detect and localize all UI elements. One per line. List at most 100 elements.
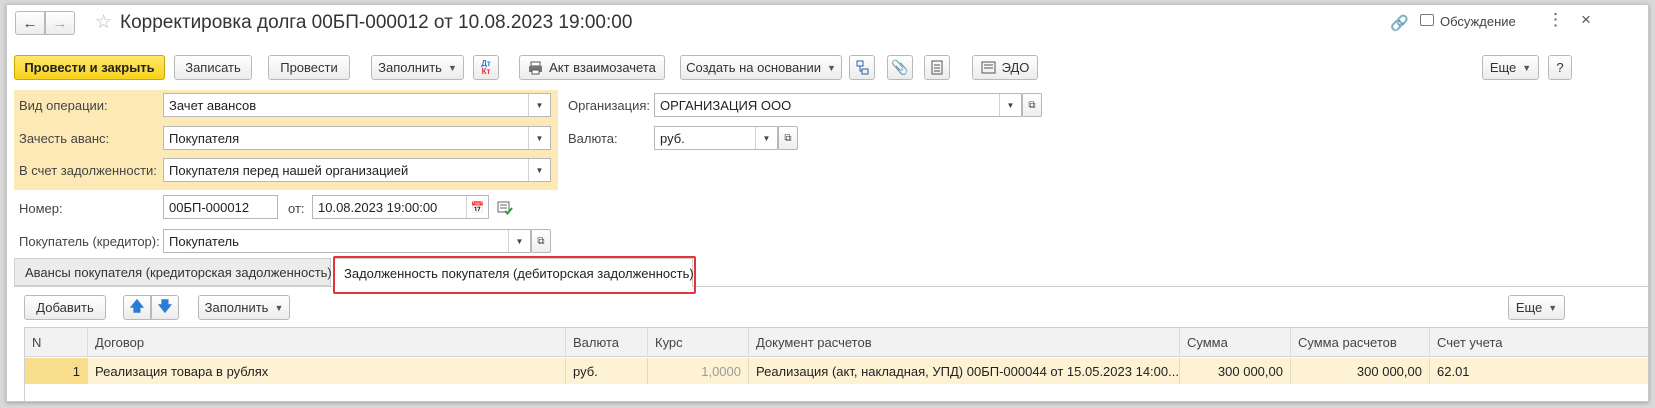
tab-callout-box [333, 256, 696, 294]
page-title: Корректировка долга 00БП-000012 от 10.08… [120, 12, 633, 33]
post-button[interactable]: Провести [268, 55, 350, 80]
column-header-settlement-doc[interactable]: Документ расчетов [749, 328, 1180, 357]
chevron-down-icon[interactable]: ▼ [528, 127, 550, 149]
chevron-down-icon: ▼ [826, 62, 836, 73]
table-more-button[interactable]: Еще ▼ [1508, 295, 1565, 320]
date-label: от: [288, 201, 305, 216]
cell-settlement-doc[interactable]: Реализация (акт, накладная, УПД) 00БП-00… [749, 358, 1180, 384]
open-window-icon: ⧉ [784, 132, 792, 144]
discussion-label[interactable]: Обсуждение [1440, 14, 1516, 29]
number-field[interactable]: 00БП-000012 [163, 195, 278, 219]
move-down-button[interactable]: 🡇 [151, 295, 179, 320]
buyer-label: Покупатель (кредитор): [19, 234, 160, 249]
more-label: Еще [1489, 60, 1517, 75]
help-button[interactable]: ? [1548, 55, 1572, 80]
create-based-on-button[interactable]: Создать на основании ▼ [680, 55, 842, 80]
column-header-amount[interactable]: Сумма [1180, 328, 1291, 357]
cell-account[interactable]: 62.01 [1430, 358, 1648, 384]
cell-amount[interactable]: 300 000,00 [1180, 358, 1291, 384]
more-menu-icon[interactable]: ⋮ [1547, 11, 1564, 28]
chevron-down-icon[interactable]: ▼ [999, 94, 1021, 116]
currency-select[interactable]: руб. ▼ [654, 126, 778, 150]
date-field[interactable]: 10.08.2023 19:00:00 📅 [312, 195, 489, 219]
cell-currency[interactable]: руб. [566, 358, 648, 384]
offset-advance-value: Покупателя [169, 130, 240, 146]
organization-open-button[interactable]: ⧉ [1022, 93, 1042, 117]
fill-dropdown-button[interactable]: Заполнить ▼ [371, 55, 464, 80]
table-fill-label: Заполнить [204, 300, 269, 315]
cell-n[interactable]: 1 [25, 358, 88, 384]
document-window: ← → ☆ Корректировка долга 00БП-000012 от… [6, 4, 1649, 402]
chevron-down-icon[interactable]: ▼ [528, 94, 550, 116]
discussion-icon[interactable] [1420, 14, 1434, 26]
buyer-select[interactable]: Покупатель ▼ [163, 229, 531, 253]
post-and-close-button[interactable]: Провести и закрыть [14, 55, 165, 80]
save-label: Записать [185, 60, 241, 75]
currency-label: Валюта: [568, 131, 618, 146]
arrow-down-icon: 🡇 [157, 297, 173, 314]
reconciliation-act-button[interactable]: Акт взаимозачета [519, 55, 665, 80]
column-header-contract[interactable]: Договор [88, 328, 566, 357]
on-account-value: Покупателя перед нашей организацией [169, 162, 409, 178]
move-up-button[interactable]: 🡅 [123, 295, 151, 320]
column-header-account[interactable]: Счет учета [1430, 328, 1648, 357]
chevron-down-icon: ▼ [274, 302, 284, 313]
help-label: ? [1556, 60, 1564, 75]
list-button[interactable] [924, 55, 950, 80]
buyer-open-button[interactable]: ⧉ [531, 229, 551, 253]
on-account-select[interactable]: Покупателя перед нашей организацией ▼ [163, 158, 551, 182]
chevron-down-icon: ▼ [1522, 62, 1532, 73]
column-header-currency[interactable]: Валюта [566, 328, 648, 357]
table-row[interactable]: 1 Реализация товара в рублях руб. 1,0000… [25, 358, 1648, 384]
chevron-down-icon[interactable]: ▼ [508, 230, 530, 252]
tab-buyer-advances-label: Авансы покупателя (кредиторская задолжен… [25, 264, 332, 280]
table-fill-button[interactable]: Заполнить ▼ [198, 295, 290, 320]
cell-contract[interactable]: Реализация товара в рублях [88, 358, 566, 384]
cell-rate[interactable]: 1,0000 [648, 358, 749, 384]
attachments-button[interactable]: 📎 [887, 55, 913, 80]
printer-icon [529, 61, 543, 74]
column-header-settlement-amount[interactable]: Сумма расчетов [1291, 328, 1430, 357]
edo-button[interactable]: ЭДО [972, 55, 1038, 80]
save-button[interactable]: Записать [174, 55, 252, 80]
chevron-down-icon: ▼ [1548, 302, 1558, 313]
back-button[interactable]: ← [15, 11, 45, 35]
debt-table: N Договор Валюта Курс Документ расчетов … [24, 327, 1648, 401]
structure-button[interactable] [849, 55, 875, 80]
fill-label: Заполнить [378, 60, 442, 75]
table-header: N Договор Валюта Курс Документ расчетов … [25, 328, 1648, 357]
chevron-down-icon[interactable]: ▼ [528, 159, 550, 181]
link-icon[interactable]: 🔗 [1390, 14, 1409, 32]
paperclip-icon: 📎 [891, 59, 909, 75]
document-list-icon [931, 60, 943, 75]
cell-settlement-amount[interactable]: 300 000,00 [1291, 358, 1430, 384]
edo-label: ЭДО [1001, 60, 1030, 75]
operation-type-label: Вид операции: [19, 98, 108, 113]
operation-type-select[interactable]: Зачет авансов ▼ [163, 93, 551, 117]
offset-advance-label: Зачесть аванс: [19, 131, 110, 146]
number-value: 00БП-000012 [169, 199, 250, 215]
organization-select[interactable]: ОРГАНИЗАЦИЯ ООО ▼ [654, 93, 1022, 117]
post-label: Провести [280, 60, 338, 75]
offset-advance-select[interactable]: Покупателя ▼ [163, 126, 551, 150]
column-header-n[interactable]: N [25, 328, 88, 357]
create-based-on-label: Создать на основании [686, 60, 821, 75]
status-check-icon[interactable] [497, 201, 513, 215]
forward-button[interactable]: → [45, 11, 75, 35]
tab-buyer-advances[interactable]: Авансы покупателя (кредиторская задолжен… [14, 258, 332, 286]
column-header-rate[interactable]: Курс [648, 328, 749, 357]
close-icon[interactable]: × [1581, 10, 1591, 30]
number-label: Номер: [19, 201, 63, 216]
arrow-right-icon: → [52, 14, 68, 32]
dtkt-button[interactable]: Дт Кт [473, 55, 499, 80]
currency-open-button[interactable]: ⧉ [778, 126, 798, 150]
currency-value: руб. [660, 130, 685, 146]
open-window-icon: ⧉ [537, 235, 545, 247]
chevron-down-icon[interactable]: ▼ [755, 127, 777, 149]
on-account-label: В счет задолженности: [19, 163, 157, 178]
more-button[interactable]: Еще ▼ [1482, 55, 1539, 80]
date-value: 10.08.2023 19:00:00 [318, 199, 438, 215]
favorite-star-icon[interactable]: ☆ [95, 11, 112, 34]
add-row-button[interactable]: Добавить [24, 295, 106, 320]
calendar-icon[interactable]: 📅 [466, 196, 488, 218]
